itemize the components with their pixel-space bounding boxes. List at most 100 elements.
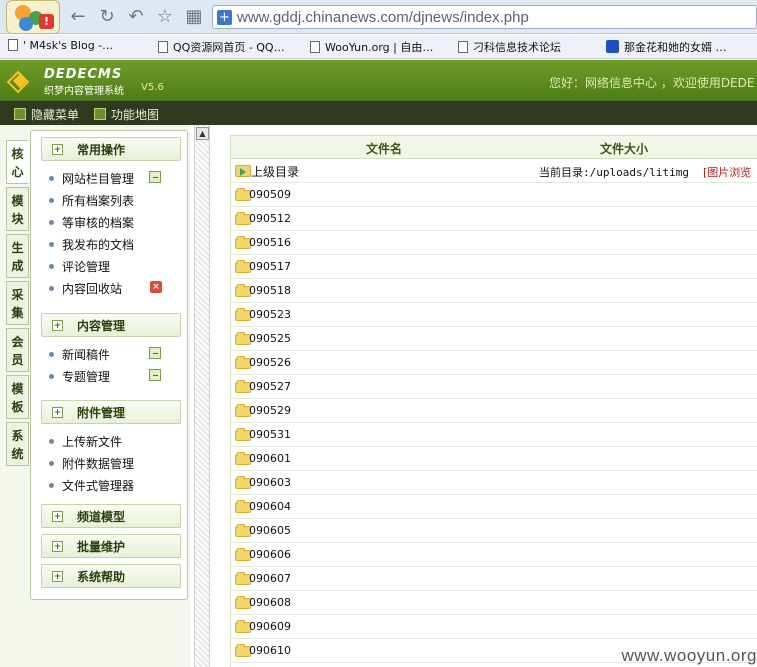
tab-templates[interactable]: 模板 bbox=[6, 375, 29, 419]
folder-row[interactable]: 090608 bbox=[231, 591, 757, 615]
expand-icon: + bbox=[52, 320, 63, 331]
welcome-text: 您好：网络信息中心 ，欢迎使用DEDE bbox=[549, 76, 755, 90]
folder-row[interactable]: 090605 bbox=[231, 519, 757, 543]
menu-item-recycle-bin[interactable]: 内容回收站 bbox=[49, 280, 122, 297]
folder-row[interactable]: 090601 bbox=[231, 447, 757, 471]
section-batch-maintenance[interactable]: + 批量维护 bbox=[41, 534, 181, 558]
menu-item-my-documents[interactable]: 我发布的文档 bbox=[49, 236, 134, 253]
add-icon[interactable] bbox=[149, 347, 161, 359]
plus-icon: + bbox=[217, 10, 232, 25]
menu-item-attachment-data[interactable]: 附件数据管理 bbox=[49, 455, 134, 472]
folder-row[interactable]: 090604 bbox=[231, 495, 757, 519]
folder-row[interactable]: 090517 bbox=[231, 255, 757, 279]
menu-item-pending-archives[interactable]: 等审核的档案 bbox=[49, 214, 134, 231]
folder-row[interactable]: 090523 bbox=[231, 303, 757, 327]
menu-item-all-archives[interactable]: 所有档案列表 bbox=[49, 192, 134, 209]
cms-header: DEDECMS 织梦内容管理系统 V5.6 您好：网络信息中心 ，欢迎使用DED… bbox=[0, 60, 757, 100]
bookmark-jinhua[interactable]: 那金花和她的女婿 … bbox=[606, 39, 727, 55]
folder-row[interactable]: 090529 bbox=[231, 399, 757, 423]
function-map-button[interactable]: 功能地图 bbox=[94, 106, 159, 123]
parent-directory-row[interactable]: 上级目录 当前目录:/uploads/litimg [图片浏览 bbox=[231, 159, 757, 183]
left-navigation: 核心 模块 生成 采集 会员 模板 系统 + 常用操作 网站栏目管理 所有档案列表… bbox=[0, 125, 190, 667]
menu-icon bbox=[14, 108, 26, 120]
add-icon[interactable] bbox=[149, 369, 161, 381]
tab-members[interactable]: 会员 bbox=[6, 328, 29, 372]
bullet-icon bbox=[49, 176, 54, 181]
bookmark-wooyun[interactable]: WooYun.org | 自由… bbox=[310, 39, 433, 55]
folder-row[interactable]: 090509 bbox=[231, 183, 757, 207]
refresh-icon[interactable]: ↻ bbox=[97, 7, 117, 27]
menu-item-column-management[interactable]: 网站栏目管理 bbox=[49, 170, 134, 187]
grid-icon[interactable]: ▦ bbox=[184, 7, 204, 27]
folder-row[interactable]: 090516 bbox=[231, 231, 757, 255]
tab-generate[interactable]: 生成 bbox=[6, 234, 29, 278]
parent-directory-label[interactable]: 上级目录 bbox=[251, 163, 299, 180]
folder-up-icon bbox=[235, 165, 251, 177]
hide-menu-button[interactable]: 隐藏菜单 bbox=[14, 106, 79, 123]
menu-item-file-manager[interactable]: 文件式管理器 bbox=[49, 477, 134, 494]
expand-icon: + bbox=[52, 144, 63, 155]
browser-logo: ! bbox=[6, 0, 60, 34]
folder-row[interactable]: 090526 bbox=[231, 351, 757, 375]
panel-splitter[interactable]: ▲ bbox=[194, 125, 210, 667]
bookmark-forum[interactable]: 刁科信息技术论坛 bbox=[458, 39, 561, 55]
scroll-up-icon[interactable]: ▲ bbox=[196, 127, 209, 140]
menu-item-news[interactable]: 新闻稿件 bbox=[49, 346, 110, 363]
folder-row[interactable]: 090603 bbox=[231, 471, 757, 495]
cms-logo-text: DEDECMS bbox=[44, 67, 123, 82]
page-icon bbox=[310, 41, 320, 53]
expand-icon: + bbox=[52, 571, 63, 582]
folder-row[interactable]: 090607 bbox=[231, 567, 757, 591]
folder-row[interactable]: 090531 bbox=[231, 423, 757, 447]
section-channel-model[interactable]: + 频道模型 bbox=[41, 504, 181, 528]
bullet-icon bbox=[49, 242, 54, 247]
folder-row[interactable]: 090527 bbox=[231, 375, 757, 399]
bookmark-m4sk[interactable]: ' M4sk's Blog -… bbox=[8, 39, 113, 52]
folder-row[interactable]: 090518 bbox=[231, 279, 757, 303]
tab-collect[interactable]: 采集 bbox=[6, 281, 29, 325]
expand-icon: + bbox=[52, 407, 63, 418]
tab-modules[interactable]: 模块 bbox=[6, 187, 29, 231]
section-attachments[interactable]: + 附件管理 bbox=[41, 400, 181, 424]
section-content[interactable]: + 内容管理 bbox=[41, 313, 181, 337]
menu-item-comments[interactable]: 评论管理 bbox=[49, 258, 110, 275]
address-bar[interactable]: + www.gddj.chinanews.com/djnews/index.ph… bbox=[212, 5, 757, 29]
cms-version: V5.6 bbox=[141, 82, 164, 93]
menu-item-upload-file[interactable]: 上传新文件 bbox=[49, 433, 122, 450]
function-menu: + 常用操作 网站栏目管理 所有档案列表 等审核的档案 我发布的文档 评论管理 内… bbox=[30, 130, 188, 600]
folder-row[interactable]: 090525 bbox=[231, 327, 757, 351]
section-system-help[interactable]: + 系统帮助 bbox=[41, 564, 181, 588]
page-icon bbox=[458, 41, 468, 53]
add-icon[interactable] bbox=[149, 171, 161, 183]
browser-toolbar: ! ← ↻ ↶ ☆ ▦ + www.gddj.chinanews.com/djn… bbox=[0, 0, 757, 34]
bullet-icon bbox=[49, 374, 54, 379]
watermark: www.wooyun.org bbox=[621, 646, 757, 665]
bullet-icon bbox=[49, 198, 54, 203]
undo-icon[interactable]: ↶ bbox=[126, 7, 146, 27]
bullet-icon bbox=[49, 264, 54, 269]
filename-header: 文件名 bbox=[366, 142, 403, 156]
section-common[interactable]: + 常用操作 bbox=[41, 137, 181, 161]
folder-row[interactable]: 090512 bbox=[231, 207, 757, 231]
url-text[interactable]: www.gddj.chinanews.com/djnews/index.php bbox=[237, 9, 529, 26]
bullet-icon bbox=[49, 461, 54, 466]
tab-system[interactable]: 系统 bbox=[6, 422, 29, 466]
menu-item-topics[interactable]: 专题管理 bbox=[49, 368, 110, 385]
map-icon bbox=[94, 108, 106, 120]
shield-icon[interactable]: × bbox=[150, 281, 162, 293]
folder-row[interactable]: 090606 bbox=[231, 543, 757, 567]
file-manager-area: 文件名 文件大小 上级目录 当前目录:/uploads/litimg [图片浏览… bbox=[230, 135, 757, 667]
paw-icon bbox=[606, 40, 619, 53]
back-icon[interactable]: ← bbox=[68, 7, 88, 27]
expand-icon: + bbox=[52, 541, 63, 552]
tab-core[interactable]: 核心 bbox=[6, 140, 29, 184]
image-browse-link[interactable]: [图片浏览 bbox=[703, 164, 751, 180]
bullet-icon bbox=[49, 352, 54, 357]
page-icon bbox=[158, 41, 168, 53]
page-icon bbox=[8, 39, 18, 51]
star-icon[interactable]: ☆ bbox=[155, 7, 175, 27]
dedecms-logo-icon bbox=[6, 70, 34, 94]
filesize-header: 文件大小 bbox=[600, 142, 649, 156]
bookmark-qq[interactable]: QQ资源网首页 - QQ… bbox=[158, 39, 285, 55]
folder-row[interactable]: 090609 bbox=[231, 615, 757, 639]
